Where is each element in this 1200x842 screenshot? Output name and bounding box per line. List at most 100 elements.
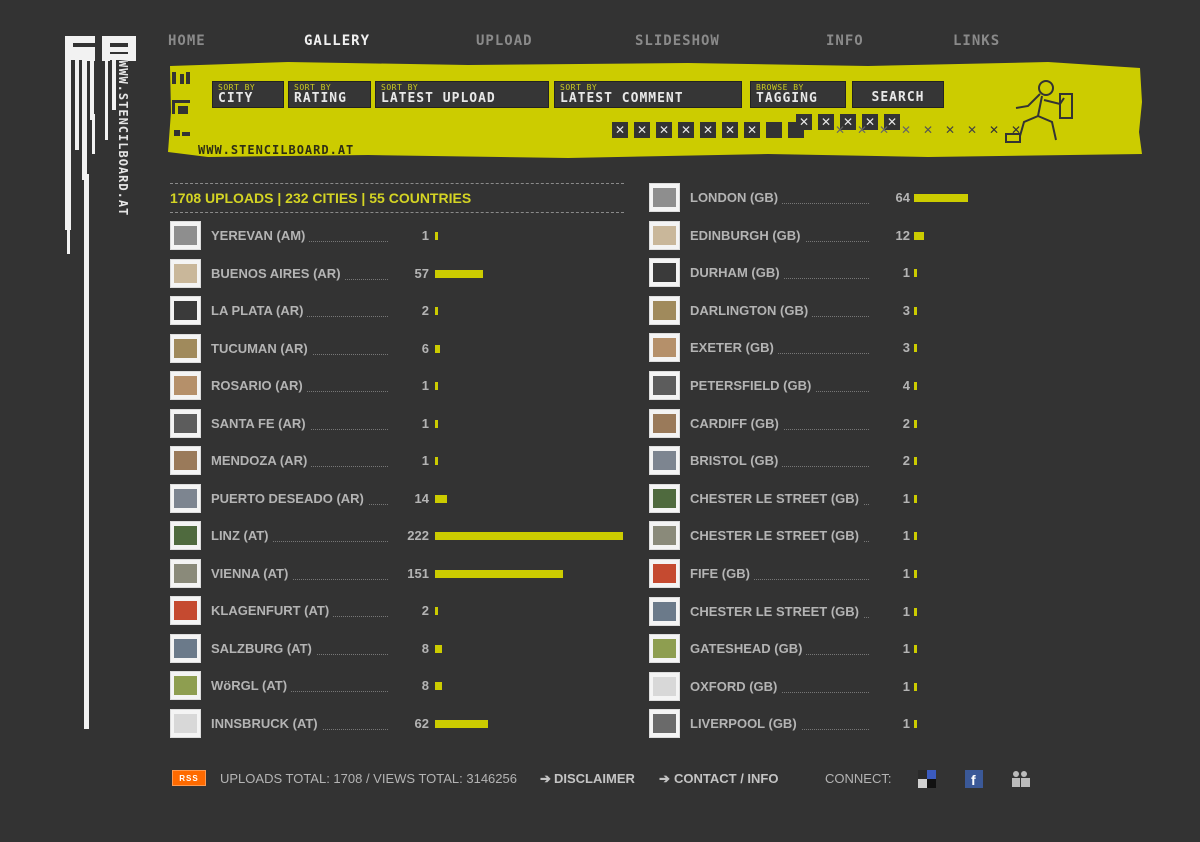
sort-by-latest-comment-button[interactable]: SORT BY LATEST COMMENT — [554, 81, 742, 108]
city-row[interactable]: MENDOZA (AR) 1 — [170, 446, 630, 476]
city-name[interactable]: LIVERPOOL (GB) — [690, 716, 801, 732]
city-name[interactable]: GATESHEAD (GB) — [690, 641, 807, 657]
city-thumbnail[interactable] — [170, 333, 201, 363]
nav-gallery[interactable]: GALLERY — [304, 33, 370, 49]
city-name[interactable]: CHESTER LE STREET (GB) — [690, 490, 864, 506]
browse-by-tagging-button[interactable]: BROWSE BY TAGGING — [750, 81, 846, 108]
city-row[interactable]: YEREVAN (AM) 1 — [170, 221, 630, 251]
city-thumbnail[interactable] — [170, 371, 201, 400]
city-name[interactable]: OXFORD (GB) — [690, 678, 782, 694]
city-name[interactable]: DARLINGTON (GB) — [690, 302, 813, 318]
city-row[interactable]: CHESTER LE STREET (GB) 1 — [649, 483, 1109, 514]
city-row[interactable]: EDINBURGH (GB) 12 — [649, 220, 1109, 251]
city-row[interactable]: OXFORD (GB) 1 — [649, 671, 1109, 702]
city-row[interactable]: EXETER (GB) 3 — [649, 333, 1109, 363]
city-name[interactable]: SALZBURG (AT) — [211, 640, 316, 656]
city-thumbnail[interactable] — [170, 671, 201, 700]
city-name[interactable]: CHESTER LE STREET (GB) — [690, 603, 864, 619]
city-thumbnail[interactable] — [170, 446, 201, 475]
city-row[interactable]: DARLINGTON (GB) 3 — [649, 295, 1109, 326]
sort-by-rating-button[interactable]: SORT BY RATING — [288, 81, 371, 108]
nav-home[interactable]: HOME — [168, 33, 206, 49]
city-name[interactable]: INNSBRUCK (AT) — [211, 715, 322, 731]
city-name[interactable]: PUERTO DESEADO (AR) — [211, 490, 368, 506]
city-thumbnail[interactable] — [649, 220, 680, 250]
city-name[interactable]: FIFE (GB) — [690, 566, 754, 581]
city-thumbnail[interactable] — [649, 634, 680, 664]
city-name[interactable]: BRISTOL (GB) — [690, 453, 783, 469]
city-row[interactable]: CARDIFF (GB) 2 — [649, 408, 1109, 439]
contact-info-link[interactable]: CONTACT / INFO — [674, 771, 778, 786]
city-row[interactable]: BUENOS AIRES (AR) 57 — [170, 258, 630, 289]
city-thumbnail[interactable] — [170, 521, 201, 550]
city-thumbnail[interactable] — [649, 446, 680, 476]
city-row[interactable]: DURHAM (GB) 1 — [649, 258, 1109, 288]
city-name[interactable]: KLAGENFURT (AT) — [211, 603, 334, 618]
city-thumbnail[interactable] — [170, 296, 201, 325]
city-thumbnail[interactable] — [649, 709, 680, 739]
search-button[interactable]: SEARCH — [852, 81, 944, 108]
city-thumbnail[interactable] — [649, 295, 680, 325]
facebook-icon[interactable]: f — [965, 770, 983, 788]
city-row[interactable]: TUCUMAN (AR) 6 — [170, 333, 630, 364]
city-row[interactable]: KLAGENFURT (AT) 2 — [170, 596, 630, 626]
sort-by-latest-upload-button[interactable]: SORT BY LATEST UPLOAD — [375, 81, 549, 108]
myspace-icon[interactable] — [1012, 770, 1030, 788]
city-row[interactable]: BRISTOL (GB) 2 — [649, 446, 1109, 476]
city-thumbnail[interactable] — [649, 671, 680, 701]
city-name[interactable]: LONDON (GB) — [690, 190, 783, 205]
city-row[interactable]: ROSARIO (AR) 1 — [170, 371, 630, 401]
nav-info[interactable]: INFO — [826, 33, 864, 49]
city-thumbnail[interactable] — [649, 408, 680, 438]
city-row[interactable]: SALZBURG (AT) 8 — [170, 633, 630, 664]
city-thumbnail[interactable] — [170, 408, 201, 438]
sort-by-city-button[interactable]: SORT BY CITY — [212, 81, 284, 108]
city-row[interactable]: LA PLATA (AR) 2 — [170, 296, 630, 326]
city-name[interactable]: PETERSFIELD (GB) — [690, 378, 816, 393]
city-row[interactable]: INNSBRUCK (AT) 62 — [170, 708, 630, 739]
city-thumbnail[interactable] — [170, 558, 201, 588]
city-thumbnail[interactable] — [649, 183, 680, 212]
city-row[interactable]: FIFE (GB) 1 — [649, 559, 1109, 589]
city-row[interactable]: LIVERPOOL (GB) 1 — [649, 709, 1109, 739]
city-row[interactable]: VIENNA (AT) 151 — [170, 558, 630, 589]
city-thumbnail[interactable] — [649, 596, 680, 626]
city-name[interactable]: MENDOZA (AR) — [211, 453, 312, 468]
city-name[interactable]: LA PLATA (AR) — [211, 303, 308, 318]
city-row[interactable]: LONDON (GB) 64 — [649, 183, 1109, 213]
city-row[interactable]: SANTA FE (AR) 1 — [170, 408, 630, 439]
city-thumbnail[interactable] — [649, 521, 680, 551]
city-name[interactable]: SANTA FE (AR) — [211, 415, 310, 431]
city-name[interactable]: DURHAM (GB) — [690, 265, 784, 281]
city-thumbnail[interactable] — [170, 483, 201, 513]
city-name[interactable]: CARDIFF (GB) — [690, 415, 783, 431]
rss-button[interactable]: RSS — [172, 770, 206, 786]
city-thumbnail[interactable] — [649, 333, 680, 363]
city-name[interactable]: YEREVAN (AM) — [211, 228, 310, 243]
city-name[interactable]: ROSARIO (AR) — [211, 378, 307, 393]
city-name[interactable]: BUENOS AIRES (AR) — [211, 265, 345, 281]
city-row[interactable]: PETERSFIELD (GB) 4 — [649, 371, 1109, 401]
city-row[interactable]: WöRGL (AT) 8 — [170, 671, 630, 701]
nav-links[interactable]: LINKS — [953, 33, 1000, 49]
city-thumbnail[interactable] — [649, 371, 680, 400]
nav-upload[interactable]: UPLOAD — [476, 33, 533, 49]
city-thumbnail[interactable] — [649, 483, 680, 513]
delicious-icon[interactable] — [918, 770, 936, 788]
city-row[interactable]: PUERTO DESEADO (AR) 14 — [170, 483, 630, 514]
city-row[interactable]: LINZ (AT) 222 — [170, 521, 630, 551]
city-name[interactable]: LINZ (AT) — [211, 528, 273, 543]
city-thumbnail[interactable] — [649, 559, 680, 588]
city-thumbnail[interactable] — [170, 258, 201, 288]
city-name[interactable]: EXETER (GB) — [690, 340, 778, 356]
city-thumbnail[interactable] — [649, 258, 680, 288]
nav-slideshow[interactable]: SLIDESHOW — [635, 33, 720, 49]
city-name[interactable]: EDINBURGH (GB) — [690, 227, 805, 243]
city-name[interactable]: VIENNA (AT) — [211, 565, 293, 581]
city-thumbnail[interactable] — [170, 596, 201, 625]
city-name[interactable]: CHESTER LE STREET (GB) — [690, 528, 864, 544]
city-row[interactable]: GATESHEAD (GB) 1 — [649, 634, 1109, 664]
city-row[interactable]: CHESTER LE STREET (GB) 1 — [649, 596, 1109, 627]
city-thumbnail[interactable] — [170, 221, 201, 250]
city-name[interactable]: WöRGL (AT) — [211, 678, 292, 693]
